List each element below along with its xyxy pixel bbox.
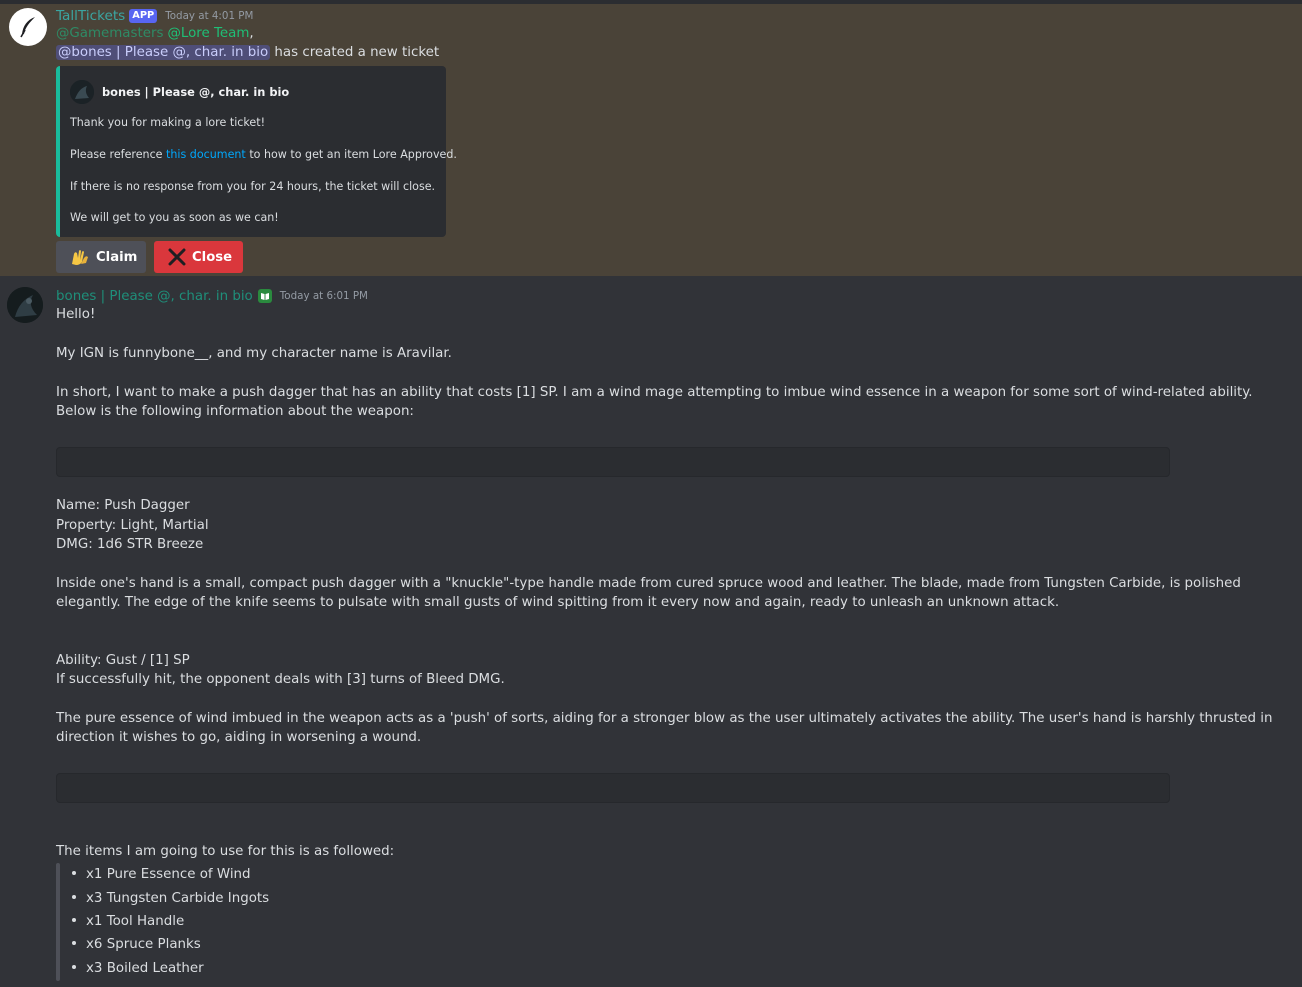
spoiler-block[interactable]: [56, 447, 1170, 477]
list-item: x1 Tool Handle: [72, 912, 184, 931]
message-header: TallTickets APP Today at 4:01 PM: [56, 7, 253, 25]
ability-description: The pure essence of wind imbued in the w…: [56, 711, 1273, 746]
items-intro: The items I am going to use for this is …: [56, 844, 395, 859]
weapon-damage: DMG: 1d6 STR Breeze: [56, 537, 204, 552]
embed-line-2: Please reference this document to how to…: [70, 148, 457, 161]
ticket-bot-message: TallTickets APP Today at 4:01 PM @Gamema…: [0, 4, 1302, 276]
quill-icon: [20, 17, 35, 38]
mention-user[interactable]: @bones | Please @, char. in bio: [56, 45, 271, 60]
list-item-text: x1 Pure Essence of Wind: [86, 867, 251, 882]
list-item-text: x1 Tool Handle: [86, 914, 185, 929]
list-item-text: x6 Spruce Planks: [86, 937, 201, 952]
ticket-created-text: has created a new ticket: [274, 45, 440, 60]
weapon-name: Name: Push Dagger: [56, 498, 190, 513]
close-label: Close: [192, 249, 233, 265]
list-item: x6 Spruce Planks: [72, 935, 201, 954]
list-item-text: x3 Tungsten Carbide Ingots: [86, 891, 270, 906]
list-item: x1 Pure Essence of Wind: [72, 865, 251, 884]
role-mentions: @Gamemasters @Lore Team,: [56, 26, 254, 44]
mention-gamemasters[interactable]: @Gamemasters: [56, 26, 163, 41]
message-header: bones | Please @, char. in bio Today at …: [56, 287, 368, 305]
embed-line-3: If there is no response from you for 24 …: [70, 180, 436, 193]
timestamp: Today at 6:01 PM: [279, 290, 368, 302]
close-x-icon: [168, 248, 186, 266]
author-name[interactable]: bones | Please @, char. in bio: [56, 289, 253, 304]
app-badge: APP: [129, 9, 158, 23]
weapon-property: Property: Light, Martial: [56, 518, 209, 533]
list-item-text: x3 Boiled Leather: [86, 961, 204, 976]
timestamp: Today at 4:01 PM: [165, 10, 254, 22]
list-item: x3 Boiled Leather: [72, 959, 204, 978]
ability-line: Ability: Gust / [1] SP: [56, 653, 190, 668]
embed-author-avatar[interactable]: [70, 80, 94, 104]
mention-lore-team[interactable]: @Lore Team: [167, 26, 249, 41]
author-name[interactable]: TallTickets: [56, 8, 125, 24]
bot-avatar[interactable]: [9, 8, 47, 46]
message-text: In short, I want to make a push dagger t…: [56, 385, 1253, 420]
avatar-image-icon: [70, 80, 94, 104]
blockquote-bar: [56, 863, 60, 981]
ticket-created-line: @bones | Please @, char. in bio has crea…: [56, 45, 439, 63]
weapon-description: Inside one's hand is a small, compact pu…: [56, 576, 1241, 611]
claim-label: Claim: [96, 249, 138, 265]
embed-line-2-before: Please reference: [70, 148, 163, 161]
embed-line-2-after: to how to get an item Lore Approved.: [249, 148, 457, 161]
embed-author-name: bones | Please @, char. in bio: [102, 85, 290, 99]
message-text: My IGN is funnybone__, and my character …: [56, 346, 452, 361]
message-text: Hello!: [56, 307, 96, 322]
avatar-image-icon: [7, 287, 43, 323]
ticket-embed: bones | Please @, char. in bio Thank you…: [56, 66, 457, 237]
raised-hands-icon: [70, 248, 90, 266]
list-item: x3 Tungsten Carbide Ingots: [72, 889, 269, 908]
book-role-icon[interactable]: [257, 289, 272, 303]
mention-separator: ,: [249, 26, 254, 41]
spoiler-block[interactable]: [56, 773, 1170, 803]
user-avatar[interactable]: [7, 287, 43, 323]
document-link[interactable]: this document: [166, 148, 246, 161]
embed-author: bones | Please @, char. in bio: [70, 80, 289, 104]
embed-line-1: Thank you for making a lore ticket!: [70, 116, 266, 129]
embed-line-4: We will get to you as soon as we can!: [70, 211, 279, 224]
ability-effect: If successfully hit, the opponent deals …: [56, 672, 505, 687]
claim-button[interactable]: Claim: [56, 241, 146, 273]
close-button[interactable]: Close: [154, 241, 243, 273]
